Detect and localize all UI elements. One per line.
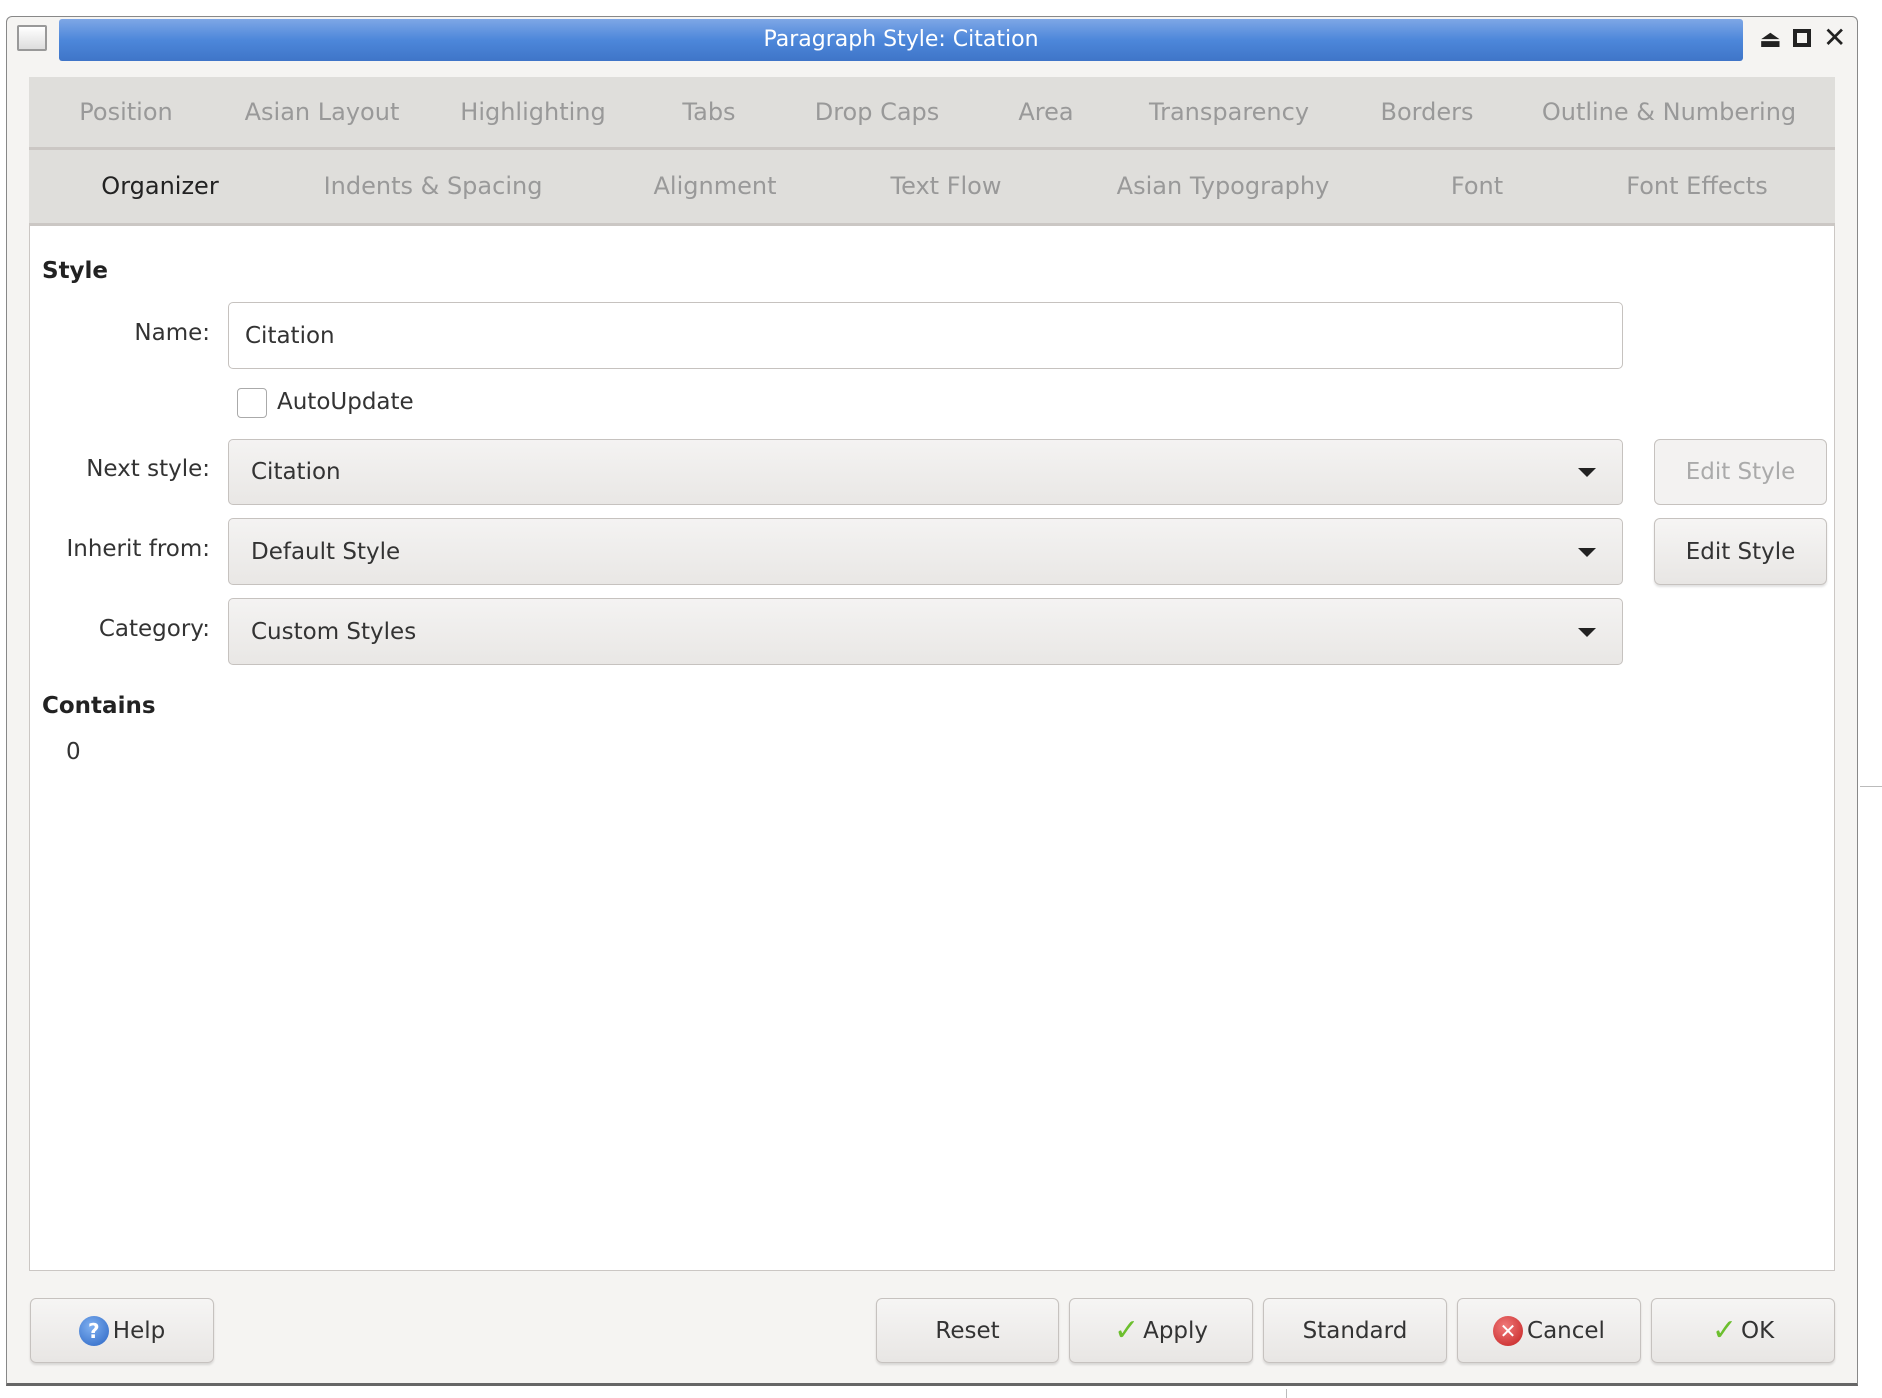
tab-borders[interactable]: Borders <box>1381 98 1474 126</box>
style-heading: Style <box>42 258 109 284</box>
tab-outline-numbering[interactable]: Outline & Numbering <box>1542 98 1796 126</box>
next-style-label: Next style: <box>86 456 210 482</box>
category-label: Category: <box>98 616 210 642</box>
organizer-panel: Style Name: Citation AutoUpdate Next sty… <box>29 225 1835 1271</box>
apply-label: Apply <box>1143 1317 1209 1344</box>
tab-text-flow[interactable]: Text Flow <box>891 172 1002 200</box>
autoupdate-label[interactable]: AutoUpdate <box>277 389 414 415</box>
reset-button[interactable]: Reset <box>876 1298 1059 1363</box>
name-label: Name: <box>134 320 210 346</box>
dialog-window: Paragraph Style: Citation ⏏ ✕ Position A… <box>6 16 1858 1386</box>
edit-inherit-style-button[interactable]: Edit Style <box>1654 518 1827 585</box>
next-style-value: Citation <box>251 459 341 485</box>
help-button[interactable]: ? Help <box>30 1298 214 1363</box>
name-value: Citation <box>245 322 335 349</box>
tab-asian-typography[interactable]: Asian Typography <box>1117 172 1330 200</box>
cancel-label: Cancel <box>1527 1317 1605 1344</box>
maximize-icon[interactable] <box>1793 29 1811 47</box>
name-input[interactable]: Citation <box>228 302 1623 369</box>
checkmark-icon: ✓ <box>1113 1313 1140 1348</box>
tab-drop-caps[interactable]: Drop Caps <box>815 98 940 126</box>
ok-button[interactable]: ✓ OK <box>1651 1298 1835 1363</box>
chevron-down-icon <box>1578 468 1596 477</box>
chevron-down-icon <box>1578 547 1596 557</box>
tab-highlighting[interactable]: Highlighting <box>460 98 605 126</box>
contains-value: 0 <box>66 739 81 765</box>
apply-button[interactable]: ✓ Apply <box>1069 1298 1253 1363</box>
tab-indents-spacing[interactable]: Indents & Spacing <box>324 172 543 200</box>
inherit-from-label: Inherit from: <box>66 536 210 562</box>
contains-heading: Contains <box>42 693 156 719</box>
category-dropdown[interactable]: Custom Styles <box>228 598 1623 665</box>
tab-row-2: Organizer Indents & Spacing Alignment Te… <box>29 150 1835 226</box>
tab-asian-layout[interactable]: Asian Layout <box>245 98 400 126</box>
next-style-dropdown[interactable]: Citation <box>228 439 1623 505</box>
window-menu-icon[interactable] <box>17 25 47 51</box>
tab-tabs[interactable]: Tabs <box>682 98 735 126</box>
standard-label: Standard <box>1302 1317 1408 1344</box>
window-title: Paragraph Style: Citation <box>763 27 1039 52</box>
tab-transparency[interactable]: Transparency <box>1149 98 1309 126</box>
background-line <box>1860 786 1882 787</box>
tab-position[interactable]: Position <box>79 98 172 126</box>
help-icon: ? <box>78 1315 109 1346</box>
autoupdate-checkbox[interactable] <box>237 388 267 418</box>
reset-label: Reset <box>935 1317 1000 1344</box>
help-label: Help <box>112 1317 166 1344</box>
background-line <box>1286 1389 1287 1398</box>
inherit-from-value: Default Style <box>251 538 401 565</box>
cancel-icon: ✕ <box>1493 1315 1524 1346</box>
tab-alignment[interactable]: Alignment <box>654 172 777 200</box>
chevron-down-icon <box>1578 627 1596 637</box>
standard-button[interactable]: Standard <box>1263 1298 1447 1363</box>
tab-font-effects[interactable]: Font Effects <box>1626 172 1767 200</box>
tab-row-1: Position Asian Layout Highlighting Tabs … <box>29 77 1835 150</box>
cancel-button[interactable]: ✕ Cancel <box>1457 1298 1641 1363</box>
edit-next-style-button[interactable]: Edit Style <box>1654 439 1827 505</box>
eject-icon[interactable]: ⏏ <box>1759 25 1782 53</box>
tab-area[interactable]: Area <box>1018 98 1073 126</box>
checkmark-icon: ✓ <box>1711 1313 1737 1348</box>
inherit-from-dropdown[interactable]: Default Style <box>228 518 1623 585</box>
tab-organizer[interactable]: Organizer <box>101 172 218 200</box>
title-bar[interactable]: Paragraph Style: Citation <box>59 19 1743 61</box>
category-value: Custom Styles <box>251 618 417 645</box>
ok-label: OK <box>1740 1317 1775 1344</box>
tab-font[interactable]: Font <box>1451 172 1503 200</box>
close-icon[interactable]: ✕ <box>1823 21 1846 54</box>
